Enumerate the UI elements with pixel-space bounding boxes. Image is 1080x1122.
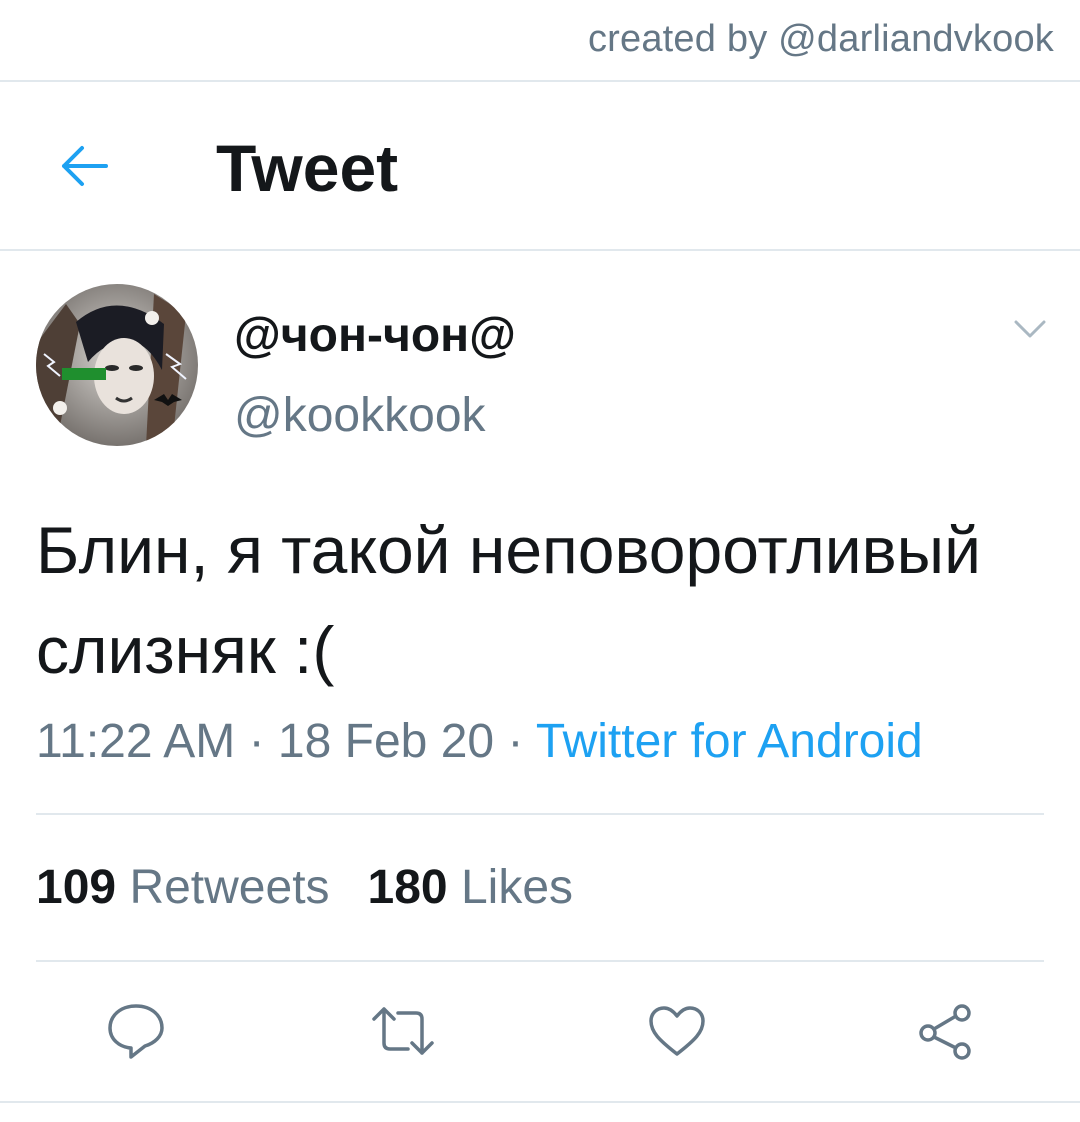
tweet-text: Блин, я такой неповоротливый слизняк :(: [36, 513, 981, 687]
author-display-name[interactable]: @чон-чон@: [234, 308, 516, 363]
likes-count: 180: [367, 861, 448, 914]
retweet-icon: [372, 1007, 434, 1055]
chevron-down-icon: [1014, 320, 1046, 338]
tweet-options-button[interactable]: [1004, 306, 1056, 352]
meta-separator: ·: [507, 715, 524, 768]
retweets-stat[interactable]: 109 Retweets: [36, 860, 330, 915]
retweets-label: Retweets: [129, 861, 330, 914]
retweet-button[interactable]: [368, 996, 438, 1066]
meta-separator: ·: [248, 715, 265, 768]
tweet-source-link[interactable]: Twitter for Android: [536, 715, 923, 768]
action-bar: [0, 996, 1080, 1066]
author-handle[interactable]: @kookkook: [234, 388, 486, 443]
reply-icon: [108, 1004, 164, 1059]
likes-label: Likes: [460, 861, 574, 914]
tweet-stats: 109 Retweets 180 Likes: [36, 860, 573, 915]
avatar-image: [36, 284, 198, 446]
page-title: Tweet: [216, 131, 399, 205]
tweet-meta: 11:22 AM · 18 Feb 20 · Twitter for Andro…: [36, 714, 923, 769]
retweets-count: 109: [36, 861, 117, 914]
tweet-header: Tweet: [0, 82, 1080, 250]
divider-bottom: [0, 1101, 1080, 1103]
divider-header: [0, 249, 1080, 251]
tweet-time: 11:22 AM: [36, 715, 236, 768]
heart-icon: [649, 1006, 705, 1056]
like-button[interactable]: [642, 996, 712, 1066]
divider-meta: [36, 813, 1044, 815]
divider-stats: [36, 960, 1044, 962]
reply-button[interactable]: [101, 996, 171, 1066]
arrow-left-icon: [62, 146, 108, 186]
tweet-date: 18 Feb 20: [277, 715, 495, 768]
share-button[interactable]: [910, 996, 980, 1066]
back-button[interactable]: [46, 132, 122, 200]
likes-stat[interactable]: 180 Likes: [368, 860, 574, 915]
watermark-text: created by @darliandvkook: [587, 18, 1054, 60]
avatar[interactable]: [36, 284, 198, 446]
share-icon: [919, 1004, 971, 1060]
